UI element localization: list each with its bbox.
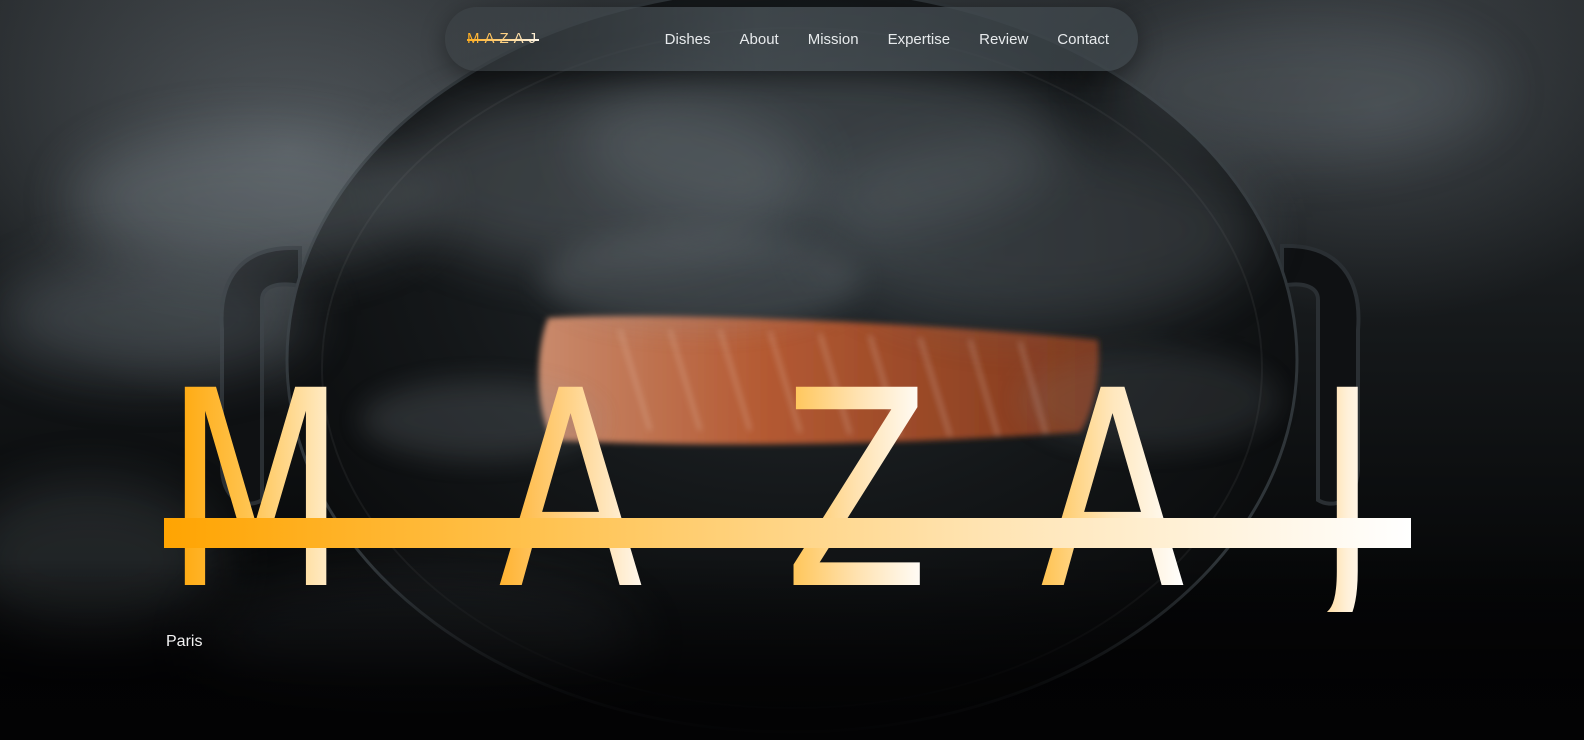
nav-links: Dishes About Mission Expertise Review Co…	[665, 7, 1109, 71]
hero-title-letter: A	[498, 334, 644, 650]
hero-title-letter: J	[1316, 334, 1379, 650]
nav-logo[interactable]: MAZAJ	[467, 29, 541, 49]
hero-title: M A Z A J	[164, 334, 1414, 650]
nav-link-contact[interactable]: Contact	[1057, 31, 1109, 48]
nav-logo-strikethrough	[467, 39, 539, 41]
nav-link-review[interactable]: Review	[979, 31, 1028, 48]
hero-title-letter: A	[1040, 334, 1186, 650]
nav-link-dishes[interactable]: Dishes	[665, 31, 711, 48]
hero-title-strikethrough	[164, 518, 1411, 548]
hero-section: MAZAJ Dishes About Mission Expertise Rev…	[0, 0, 1584, 740]
hero-title-letter: Z	[784, 334, 930, 650]
nav-link-about[interactable]: About	[740, 31, 779, 48]
nav-link-mission[interactable]: Mission	[808, 31, 859, 48]
location-label: Paris	[166, 633, 203, 650]
nav-link-expertise[interactable]: Expertise	[888, 31, 951, 48]
hero-title-letter: M	[164, 334, 348, 650]
top-navigation: MAZAJ Dishes About Mission Expertise Rev…	[445, 7, 1138, 71]
